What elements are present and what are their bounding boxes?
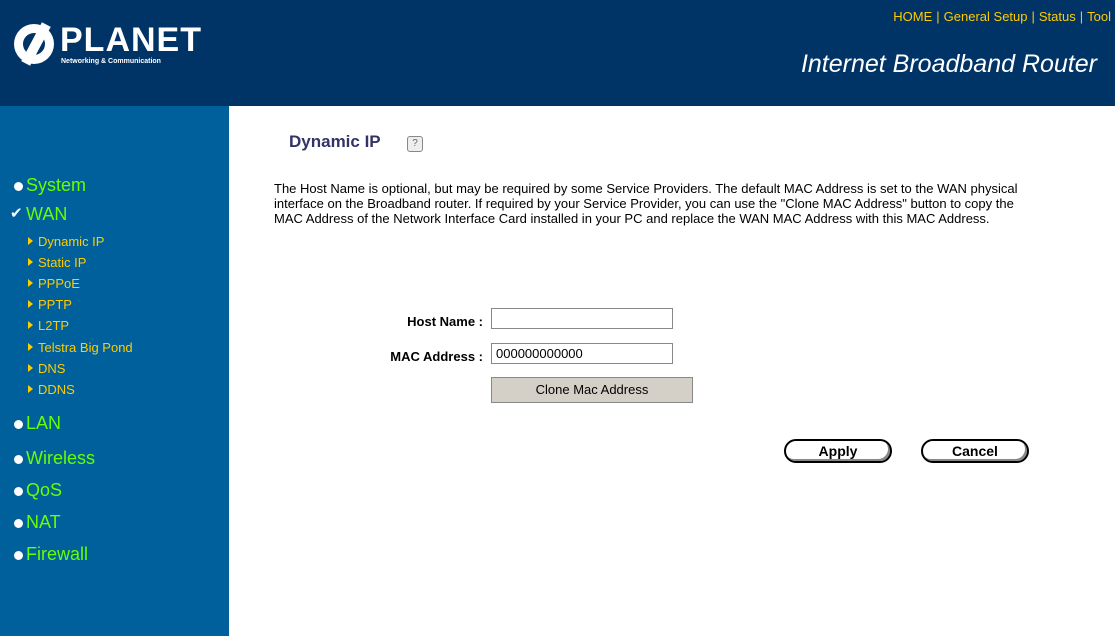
clone-mac-button[interactable]: Clone Mac Address	[491, 377, 693, 403]
arrow-icon	[28, 279, 33, 287]
bullet-icon	[14, 420, 23, 429]
sidebar-item-firewall[interactable]: Firewall	[14, 544, 88, 565]
planet-logo: PLANET Networking & Communication	[12, 20, 201, 68]
planet-logo-icon	[14, 22, 54, 66]
sidebar-item-lan[interactable]: LAN	[14, 413, 61, 434]
brand-tagline: Networking & Communication	[61, 58, 161, 65]
page-description: The Host Name is optional, but may be re…	[274, 181, 1018, 226]
sidebar-item-system[interactable]: System	[14, 175, 86, 196]
sidebar-sub-static-ip[interactable]: Static IP	[28, 255, 86, 270]
sidebar-item-wireless[interactable]: Wireless	[14, 448, 95, 469]
bullet-icon	[14, 455, 23, 464]
nav-tool[interactable]: Tool	[1087, 9, 1111, 24]
host-name-label: Host Name :	[407, 314, 483, 329]
sidebar-sub-pptp[interactable]: PPTP	[28, 297, 72, 312]
sidebar: System ✔ WAN Dynamic IP Static IP PPPoE P…	[0, 106, 229, 636]
apply-button[interactable]: Apply	[784, 439, 892, 463]
nav-general-setup[interactable]: General Setup	[944, 9, 1028, 24]
sidebar-sub-l2tp[interactable]: L2TP	[28, 318, 69, 333]
sidebar-sub-ddns[interactable]: DDNS	[28, 382, 75, 397]
help-icon[interactable]: ?	[407, 136, 423, 152]
sidebar-item-qos[interactable]: QoS	[14, 480, 62, 501]
arrow-icon	[28, 385, 33, 393]
host-name-input[interactable]	[491, 308, 673, 329]
top-nav: HOME | General Setup | Status | Tool	[893, 9, 1111, 24]
nav-status[interactable]: Status	[1039, 9, 1076, 24]
brand-name: PLANET	[60, 21, 202, 59]
arrow-icon	[28, 237, 33, 245]
arrow-icon	[28, 321, 33, 329]
arrow-icon	[28, 364, 33, 372]
check-icon: ✔	[10, 205, 23, 222]
arrow-icon	[28, 258, 33, 266]
product-title: Internet Broadband Router	[800, 50, 1097, 78]
sidebar-sub-dynamic-ip[interactable]: Dynamic IP	[28, 234, 104, 249]
page-title: Dynamic IP	[289, 132, 381, 151]
bullet-icon	[14, 182, 23, 191]
sidebar-sub-pppoe[interactable]: PPPoE	[28, 276, 80, 291]
header: PLANET Networking & Communication HOME | G…	[0, 0, 1115, 106]
mac-address-input[interactable]	[491, 343, 673, 364]
sidebar-item-nat[interactable]: NAT	[14, 512, 61, 533]
arrow-icon	[28, 300, 33, 308]
bullet-icon	[14, 487, 23, 496]
main-content: Dynamic IP ? The Host Name is optional, …	[229, 106, 1115, 636]
arrow-icon	[28, 343, 33, 351]
cancel-button[interactable]: Cancel	[921, 439, 1029, 463]
sidebar-item-wan[interactable]: ✔ WAN	[10, 204, 67, 225]
sidebar-sub-telstra-big-pond[interactable]: Telstra Big Pond	[28, 340, 133, 355]
bullet-icon	[14, 519, 23, 528]
bullet-icon	[14, 551, 23, 560]
nav-home[interactable]: HOME	[893, 9, 932, 24]
mac-address-label: MAC Address :	[390, 349, 483, 364]
sidebar-sub-dns[interactable]: DNS	[28, 361, 65, 376]
